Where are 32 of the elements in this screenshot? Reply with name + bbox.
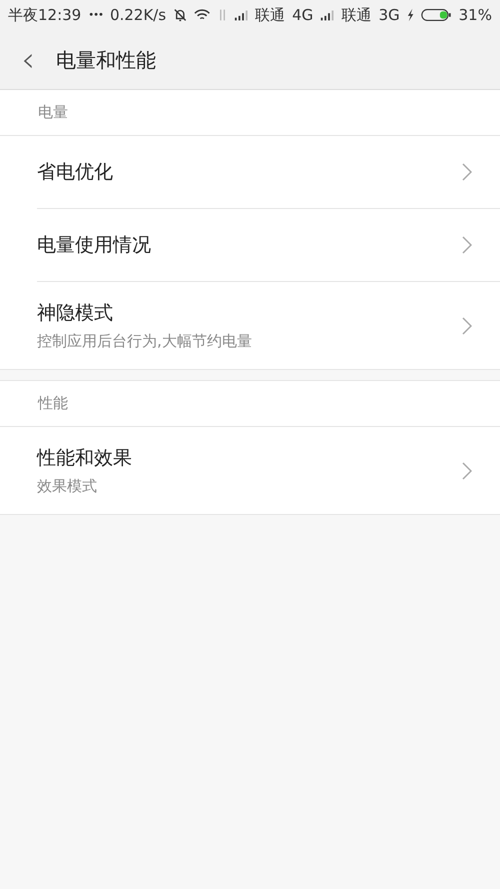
row-subtitle: 控制应用后台行为,大幅节约电量 <box>37 330 253 352</box>
carrier-name: 联通 <box>342 4 372 26</box>
more-dots: ••• <box>88 8 103 22</box>
section-header: 电量 <box>38 102 68 124</box>
settings-row[interactable]: 省电优化 <box>37 136 500 209</box>
charging-bolt-icon <box>406 8 414 22</box>
signal-icon <box>320 9 335 21</box>
back-button[interactable]: ‹ <box>0 30 56 90</box>
network-type: 3G <box>378 4 400 26</box>
muted-bell-icon <box>173 7 188 23</box>
battery-percent: 31% <box>458 4 492 26</box>
network-type: 4G <box>292 4 314 26</box>
page-title: 电量和性能 <box>56 46 156 74</box>
chevron-right-icon <box>462 163 472 181</box>
row-label: 神隐模式 <box>37 301 114 326</box>
clock: 半夜12:39 <box>8 4 82 26</box>
settings-row[interactable]: 性能和效果 效果模式 <box>37 427 500 514</box>
wifi-icon <box>194 8 211 22</box>
carrier-name: 联通 <box>255 4 286 26</box>
signal-icon <box>234 9 248 21</box>
section-header: 性能 <box>38 393 68 414</box>
settings-row[interactable]: 神隐模式 控制应用后台行为,大幅节约电量 <box>37 282 500 369</box>
settings-row[interactable]: 电量使用情况 <box>37 209 500 282</box>
chevron-right-icon <box>462 462 472 480</box>
row-label: 省电优化 <box>37 160 114 185</box>
battery-icon <box>421 8 452 22</box>
row-label: 电量使用情况 <box>37 232 152 258</box>
chevron-right-icon <box>462 236 472 254</box>
row-subtitle: 效果模式 <box>37 476 98 496</box>
row-label: 性能和效果 <box>37 446 133 471</box>
chevron-right-icon <box>462 316 472 334</box>
network-speed: 0.22K/s <box>110 4 166 26</box>
